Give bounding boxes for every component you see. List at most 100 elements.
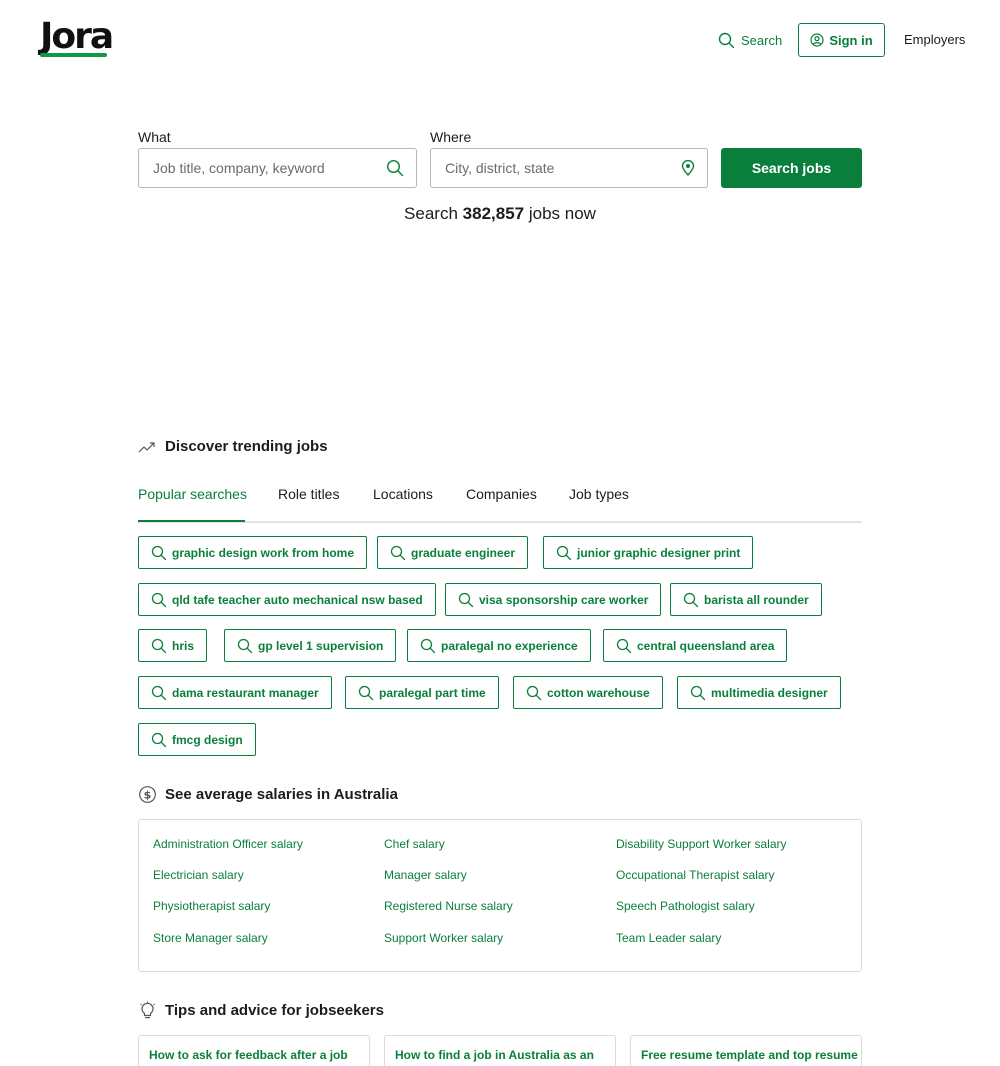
chip-label: paralegal no experience	[441, 638, 578, 653]
chip-label: central queensland area	[637, 638, 775, 653]
search-icon	[386, 159, 404, 177]
salary-link[interactable]: Occupational Therapist salary	[616, 868, 775, 882]
search-chip[interactable]: gp level 1 supervision	[224, 629, 397, 662]
search-chip[interactable]: graduate engineer	[377, 536, 529, 569]
search-icon	[151, 592, 167, 607]
salary-link[interactable]: Administration Officer salary	[153, 837, 303, 851]
salary-link[interactable]: Manager salary	[384, 868, 467, 882]
trending-tabs: Popular searches Role titles Locations C…	[138, 486, 862, 523]
jora-logo[interactable]: Jora	[40, 16, 114, 58]
search-chip[interactable]: junior graphic designer print	[543, 536, 754, 569]
chip-label: graduate engineer	[411, 545, 516, 560]
tip-card-title: How to find a job in Australia as an	[395, 1048, 594, 1062]
search-chip[interactable]: visa sponsorship care worker	[445, 583, 662, 616]
salary-link[interactable]: Team Leader salary	[616, 931, 721, 945]
trending-up-icon	[138, 441, 155, 452]
tips-heading: Tips and advice for jobseekers	[138, 1001, 384, 1020]
location-pin-icon[interactable]	[681, 160, 695, 176]
tip-card-title: How to ask for feedback after a job	[149, 1048, 348, 1062]
search-icon	[151, 732, 167, 747]
where-input[interactable]	[445, 160, 681, 176]
job-count-line: Search 382,857 jobs now	[0, 204, 1000, 224]
salaries-title: See average salaries in Australia	[165, 786, 398, 803]
svg-text:$: $	[144, 789, 152, 802]
sign-in-button[interactable]: Sign in	[798, 23, 885, 57]
what-field[interactable]	[138, 148, 417, 188]
salary-link[interactable]: Speech Pathologist salary	[616, 899, 755, 913]
what-label: What	[138, 129, 171, 145]
job-count: 382,857	[462, 204, 525, 223]
sign-in-label: Sign in	[829, 32, 873, 48]
salary-link[interactable]: Chef salary	[384, 837, 445, 851]
count-prefix: Search	[404, 204, 458, 223]
search-icon	[151, 545, 167, 560]
search-chip[interactable]: fmcg design	[138, 723, 256, 756]
salaries-heading: $ See average salaries in Australia	[138, 785, 398, 804]
search-icon	[358, 685, 374, 700]
salary-links-panel: Administration Officer salary Chef salar…	[138, 819, 862, 972]
search-chip[interactable]: cotton warehouse	[513, 676, 663, 709]
tip-card[interactable]: Free resume template and top resume	[630, 1035, 862, 1066]
chip-label: multimedia designer	[711, 685, 828, 700]
user-circle-icon	[810, 33, 824, 47]
dollar-circle-icon: $	[139, 786, 156, 803]
where-label: Where	[430, 129, 472, 145]
search-chip[interactable]: barista all rounder	[670, 583, 822, 616]
chip-label: dama restaurant manager	[172, 685, 319, 700]
search-icon	[420, 638, 436, 653]
chip-label: paralegal part time	[379, 685, 486, 700]
search-icon	[718, 32, 735, 48]
employers-link[interactable]: Employers	[904, 32, 965, 47]
chip-label: hris	[172, 638, 195, 653]
search-icon	[526, 685, 542, 700]
search-icon	[458, 592, 474, 607]
logo-underline	[40, 53, 107, 57]
salary-link[interactable]: Store Manager salary	[153, 931, 268, 945]
nav-search-link[interactable]: Search	[718, 29, 782, 51]
logo-text: Jora	[40, 16, 114, 57]
search-icon	[237, 638, 253, 653]
search-icon	[556, 545, 572, 560]
chip-label: graphic design work from home	[172, 545, 355, 560]
chip-label: qld tafe teacher auto mechanical nsw bas…	[172, 592, 423, 607]
tip-card[interactable]: How to ask for feedback after a job	[138, 1035, 370, 1066]
chip-label: junior graphic designer print	[577, 545, 741, 560]
chip-label: visa sponsorship care worker	[479, 592, 649, 607]
salary-link[interactable]: Electrician salary	[153, 868, 244, 882]
salary-link[interactable]: Registered Nurse salary	[384, 899, 513, 913]
search-chip[interactable]: multimedia designer	[677, 676, 841, 709]
search-jobs-button[interactable]: Search jobs	[721, 148, 862, 188]
search-chip[interactable]: dama restaurant manager	[138, 676, 332, 709]
tab-job-types[interactable]: Job types	[569, 486, 629, 523]
tab-role-titles[interactable]: Role titles	[278, 486, 339, 523]
search-chip[interactable]: qld tafe teacher auto mechanical nsw bas…	[138, 583, 436, 616]
search-chip[interactable]: paralegal part time	[345, 676, 499, 709]
search-icon	[683, 592, 699, 607]
salary-link[interactable]: Physiotherapist salary	[153, 899, 270, 913]
count-suffix: jobs now	[528, 204, 596, 223]
tip-card-title: Free resume template and top resume	[641, 1048, 858, 1062]
search-icon	[690, 685, 706, 700]
tab-companies[interactable]: Companies	[466, 486, 537, 523]
tips-title: Tips and advice for jobseekers	[165, 1002, 384, 1019]
search-chip[interactable]: paralegal no experience	[407, 629, 591, 662]
tip-card[interactable]: How to find a job in Australia as an	[384, 1035, 616, 1066]
active-tab-indicator	[138, 520, 245, 522]
tab-locations[interactable]: Locations	[373, 486, 433, 523]
nav-search-label: Search	[741, 32, 783, 48]
search-icon	[151, 685, 167, 700]
salary-link[interactable]: Disability Support Worker salary	[616, 837, 787, 851]
trending-heading: Discover trending jobs	[138, 438, 328, 455]
what-input[interactable]	[153, 160, 386, 176]
where-field[interactable]	[430, 148, 708, 188]
chip-label: fmcg design	[172, 732, 243, 747]
search-chip[interactable]: hris	[138, 629, 208, 662]
search-icon	[151, 638, 167, 653]
search-chip[interactable]: graphic design work from home	[138, 536, 368, 569]
salary-link[interactable]: Support Worker salary	[384, 931, 503, 945]
chip-label: barista all rounder	[704, 592, 809, 607]
tab-popular-searches[interactable]: Popular searches	[138, 486, 247, 523]
search-chip[interactable]: central queensland area	[603, 629, 788, 662]
lightbulb-icon	[140, 1001, 155, 1019]
chip-label: gp level 1 supervision	[258, 638, 384, 653]
